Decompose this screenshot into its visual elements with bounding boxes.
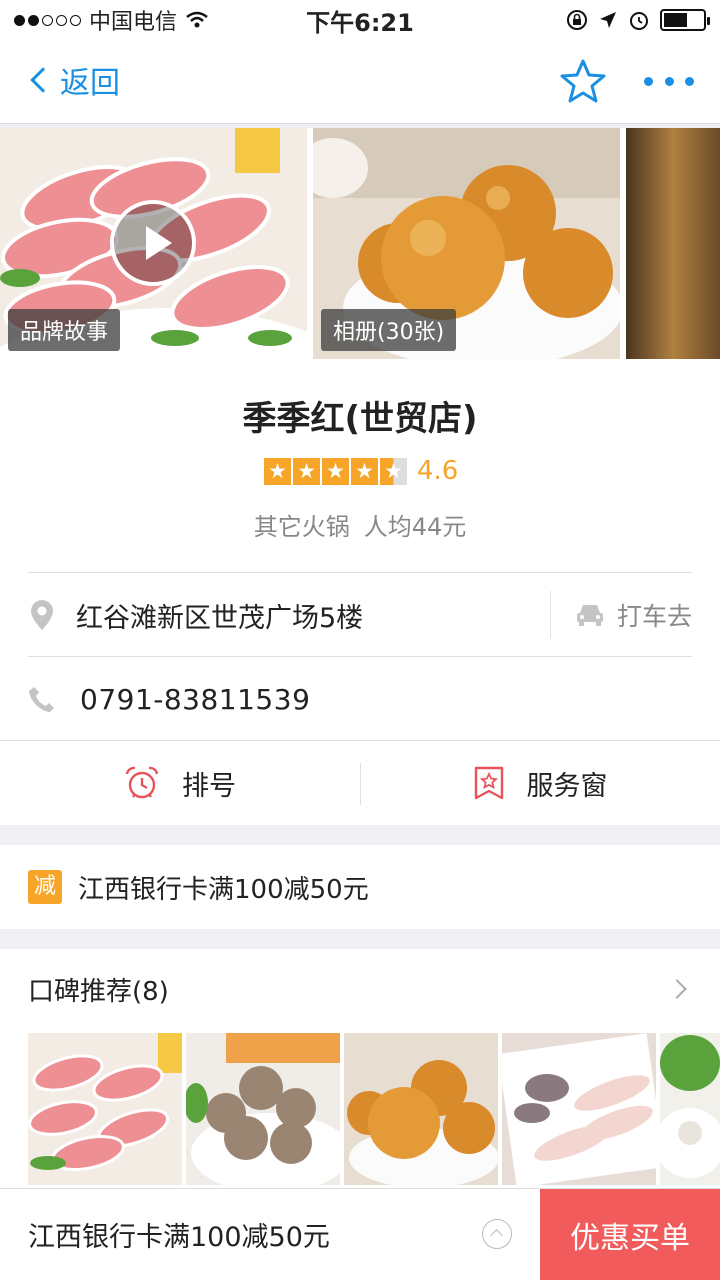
veggie-thumb — [660, 1033, 720, 1185]
expand-up-icon[interactable] — [482, 1219, 512, 1249]
half-star-icon: ★ — [380, 457, 407, 485]
wifi-icon — [186, 11, 208, 28]
shop-name: 季季红(世贸店) — [242, 399, 478, 439]
action-row: 排号 服务窗 — [0, 741, 720, 825]
chevron-right-icon — [667, 979, 687, 999]
recommend-header[interactable]: 口碑推荐(8) — [28, 949, 692, 1029]
location-arrow-icon — [600, 12, 616, 28]
status-right — [566, 9, 710, 31]
star-icon: ★ — [293, 457, 320, 485]
phone-icon — [29, 687, 54, 712]
phone-number: 0791-83811539 — [80, 682, 311, 716]
alarm-clock-icon — [125, 766, 159, 799]
recommend-thumb[interactable] — [344, 1033, 498, 1185]
seafood-platter-thumb — [502, 1033, 656, 1185]
fried-balls-thumb — [344, 1033, 498, 1185]
rating-stars: ★ ★ ★ ★ ★ — [264, 457, 407, 485]
meatballs-thumb — [186, 1033, 340, 1185]
discount-badge: 减 — [28, 870, 62, 904]
more-options-icon[interactable] — [644, 58, 694, 104]
bottom-promo-text: 江西银行卡满100减50元 — [28, 1222, 330, 1253]
recommend-thumb[interactable] — [502, 1033, 656, 1185]
status-left: 中国电信 — [14, 4, 209, 36]
orientation-lock-icon — [567, 10, 587, 30]
queue-button[interactable]: 排号 — [0, 741, 360, 825]
recommend-title: 口碑推荐(8) — [28, 976, 169, 1007]
address-row[interactable]: 红谷滩新区世茂广场5楼 打车去 — [28, 573, 692, 657]
alarm-icon — [630, 12, 648, 30]
promo-row[interactable]: 减 江西银行卡满100减50元 — [0, 845, 720, 929]
photo-gallery[interactable]: 品牌故事 相册(30张) — [0, 128, 720, 359]
gallery-tag-album: 相册(30张) — [321, 309, 457, 351]
album-photo-partial[interactable] — [626, 128, 720, 359]
lamb-slices-thumb — [28, 1033, 182, 1185]
taxi-label: 打车去 — [616, 602, 692, 631]
queue-label: 排号 — [182, 770, 236, 802]
recommend-thumb[interactable] — [186, 1033, 340, 1185]
shop-rating: ★ ★ ★ ★ ★ 4.6 — [264, 456, 458, 486]
promo-text: 江西银行卡满100减50元 — [78, 874, 369, 905]
back-label: 返回 — [60, 66, 120, 101]
taxi-button[interactable]: 打车去 — [549, 591, 692, 639]
shop-category: 其它火锅 — [253, 513, 350, 541]
address-text: 红谷滩新区世茂广场5楼 — [76, 602, 364, 634]
star-icon: ★ — [322, 457, 349, 485]
nav-bar: 返回 — [0, 40, 720, 124]
favorite-star-icon[interactable] — [560, 58, 606, 104]
star-icon: ★ — [264, 457, 291, 485]
recommend-thumb[interactable] — [28, 1033, 182, 1185]
carrier-label: 中国电信 — [89, 10, 178, 35]
shop-meta: 其它火锅 人均44元 — [0, 507, 720, 542]
service-window-label: 服务窗 — [526, 770, 608, 802]
recommend-thumb-partial[interactable] — [660, 1033, 720, 1185]
brand-story-video[interactable]: 品牌故事 — [0, 128, 307, 359]
album-photo[interactable]: 相册(30张) — [313, 128, 620, 359]
back-button[interactable]: 返回 — [26, 58, 120, 102]
signal-strength-icon — [14, 14, 81, 26]
battery-icon — [660, 9, 710, 31]
status-bar: 中国电信 下午6:21 — [0, 0, 720, 40]
rating-value: 4.6 — [417, 456, 459, 486]
car-icon — [576, 605, 603, 626]
star-icon: ★ — [351, 457, 378, 485]
phone-row[interactable]: 0791-83811539 — [28, 657, 692, 741]
service-window-icon — [474, 766, 503, 800]
location-pin-icon — [31, 600, 53, 630]
discount-pay-button[interactable]: 优惠买单 — [540, 1189, 720, 1280]
gallery-tag-brand-story: 品牌故事 — [8, 309, 121, 351]
dark-food-image — [626, 128, 720, 359]
shop-avg-price: 人均44元 — [363, 513, 467, 541]
bottom-bar: 江西银行卡满100减50元 优惠买单 — [0, 1188, 720, 1280]
service-window-button[interactable]: 服务窗 — [360, 741, 720, 825]
back-chevron-icon — [30, 67, 56, 93]
play-icon[interactable] — [110, 200, 196, 286]
shop-info-card: 季季红(世贸店) ★ ★ ★ ★ ★ 4.6 其它火锅 人均44元 红谷滩新区世茂… — [0, 359, 720, 825]
